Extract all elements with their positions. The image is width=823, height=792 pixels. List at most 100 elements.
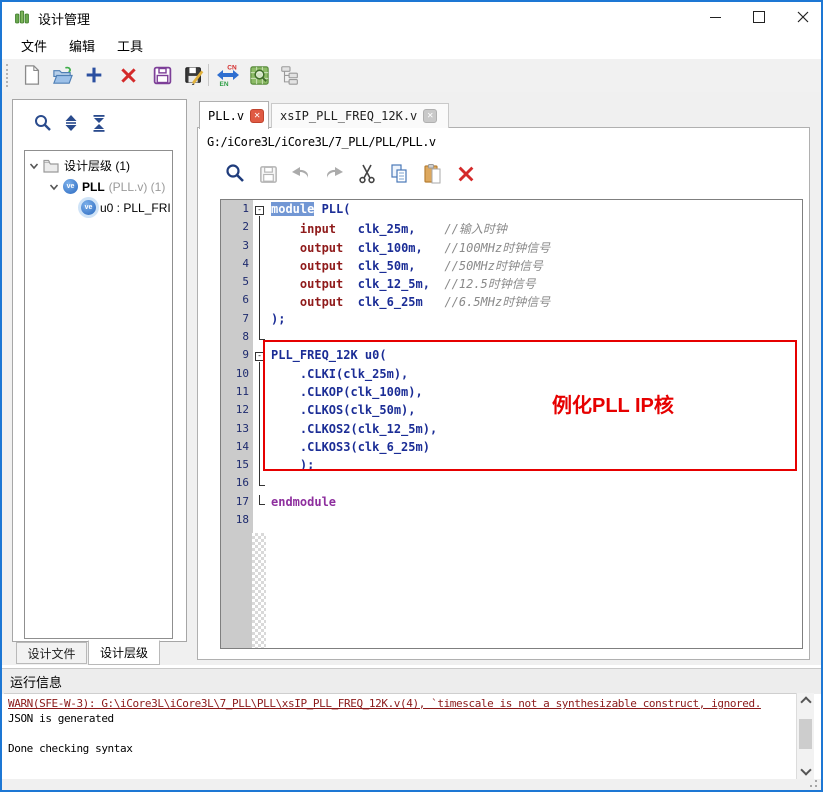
editor-save-button[interactable] — [255, 161, 281, 187]
code-text: ); — [267, 312, 285, 330]
editor-paste-button[interactable] — [420, 161, 446, 187]
minimize-icon — [710, 17, 721, 18]
tree-row-root[interactable]: 设计层级 (1) — [25, 155, 172, 176]
fold-margin — [253, 275, 267, 293]
code-line[interactable]: 7); — [221, 312, 802, 330]
scrollbar-thumb[interactable] — [799, 719, 812, 749]
delete-button[interactable] — [115, 62, 141, 88]
file-path: G:/iCore3L/iCore3L/7_PLL/PLL/PLL.v — [207, 135, 436, 149]
expand-all-button[interactable] — [60, 112, 82, 134]
code-text: output clk_12_5m, //12.5时钟信号 — [267, 275, 536, 293]
code-line[interactable]: 3 output clk_100m, //100MHz时钟信号 — [221, 239, 802, 257]
line-number: 15 — [221, 458, 253, 476]
editor-cut-button[interactable] — [354, 161, 380, 187]
scroll-up-button[interactable] — [797, 693, 814, 708]
folder-icon — [43, 159, 59, 173]
save-button[interactable] — [149, 62, 175, 88]
sidebar-tab-design-hierarchy[interactable]: 设计层级 — [88, 640, 160, 665]
line-number: 11 — [221, 385, 253, 403]
fold-margin-pattern — [252, 533, 266, 648]
console-title: 运行信息 — [10, 672, 62, 691]
editor-copy-button[interactable] — [387, 161, 413, 187]
translate-button[interactable]: CN EN — [215, 62, 241, 88]
cut-scissors-icon — [356, 163, 378, 185]
fold-margin — [253, 495, 267, 513]
code-line[interactable]: 17endmodule — [221, 495, 802, 513]
fold-minus-icon[interactable]: - — [255, 206, 264, 215]
add-button[interactable] — [81, 62, 107, 88]
tree-row-instance[interactable]: ve u0 : PLL_FRI — [25, 197, 172, 218]
line-number: 9 — [221, 348, 253, 366]
app-icon — [14, 9, 30, 25]
svg-text:CN: CN — [227, 65, 237, 72]
tree-search-button[interactable] — [32, 112, 54, 134]
editor-tab-pll[interactable]: PLL.v ✕ — [199, 101, 269, 129]
chevron-down-icon[interactable] — [28, 160, 40, 172]
expand-all-icon — [61, 113, 81, 133]
app-window: 设计管理 文件 编辑 工具 — [0, 0, 823, 792]
ip-search-button[interactable] — [246, 62, 272, 88]
status-bar — [2, 779, 821, 792]
toolbar-grip — [6, 64, 11, 87]
editor-delete-button[interactable] — [453, 161, 479, 187]
console-header: 运行信息 — [2, 668, 821, 694]
svg-text:EN: EN — [219, 81, 228, 87]
menu-file[interactable]: 文件 — [12, 33, 56, 58]
hierarchy-button[interactable] — [277, 62, 303, 88]
code-line[interactable]: 18 — [221, 513, 802, 531]
code-line[interactable]: 1-module PLL( — [221, 202, 802, 220]
fold-toggle[interactable]: - — [253, 202, 267, 220]
line-number: 17 — [221, 495, 253, 513]
fold-margin — [253, 257, 267, 275]
annotation-label: 例化PLL IP核 — [552, 389, 674, 418]
close-button[interactable] — [787, 6, 819, 28]
code-line[interactable]: 2 input clk_25m, //输入时钟 — [221, 220, 802, 238]
menu-tools[interactable]: 工具 — [108, 33, 152, 58]
add-icon — [83, 64, 105, 86]
code-line[interactable]: 4 output clk_50m, //50MHz时钟信号 — [221, 257, 802, 275]
tab-close-button[interactable]: ✕ — [250, 109, 264, 123]
editor-redo-button[interactable] — [321, 161, 347, 187]
sidebar-tab-design-files[interactable]: 设计文件 — [16, 642, 87, 664]
line-number: 1 — [221, 202, 253, 220]
editor-tab-xsip[interactable]: xsIP_PLL_FREQ_12K.v ✕ — [271, 103, 449, 128]
code-line[interactable]: 5 output clk_12_5m, //12.5时钟信号 — [221, 275, 802, 293]
title-bar: 设计管理 — [2, 2, 821, 32]
fold-margin — [253, 293, 267, 311]
collapse-all-icon — [89, 113, 109, 133]
chevron-up-icon — [800, 696, 811, 707]
open-folder-button[interactable] — [49, 62, 75, 88]
console-output[interactable]: WARN(SFE-W-3): G:\iCore3L\iCore3L\7_PLL\… — [4, 693, 796, 779]
tab-close-button[interactable]: ✕ — [423, 109, 437, 123]
tree-instance-label: u0 : PLL_FRI — [100, 201, 171, 215]
open-folder-icon — [51, 64, 74, 87]
code-text — [267, 476, 271, 494]
save-edit-button[interactable] — [181, 62, 207, 88]
code-line[interactable]: 16 — [221, 476, 802, 494]
save-icon — [152, 65, 173, 86]
line-number: 6 — [221, 293, 253, 311]
maximize-button[interactable] — [743, 6, 775, 28]
menu-edit[interactable]: 编辑 — [60, 33, 104, 58]
save-disabled-icon — [258, 164, 279, 185]
tree-module-suffix: (PLL.v) (1) — [109, 180, 166, 194]
menu-bar: 文件 编辑 工具 — [2, 32, 821, 59]
console-scrollbar[interactable] — [796, 693, 814, 779]
code-text — [267, 513, 271, 531]
code-line[interactable]: 6 output clk_6_25m //6.5MHz时钟信号 — [221, 293, 802, 311]
console-line: JSON is generated — [8, 711, 796, 726]
new-file-button[interactable] — [19, 62, 45, 88]
delete-icon — [118, 65, 139, 86]
editor-find-button[interactable] — [222, 161, 248, 187]
collapse-all-button[interactable] — [88, 112, 110, 134]
chevron-down-icon[interactable] — [48, 181, 60, 193]
save-edit-icon — [183, 64, 205, 86]
minimize-button[interactable] — [699, 6, 731, 28]
tree-row-module[interactable]: ve PLL (PLL.v) (1) — [25, 176, 172, 197]
fold-margin — [253, 312, 267, 330]
code-text: input clk_25m, //输入时钟 — [267, 220, 507, 238]
verilog-file-icon: ve — [81, 200, 96, 215]
editor-undo-button[interactable] — [288, 161, 314, 187]
resize-grip[interactable] — [805, 775, 817, 787]
toolbar-separator — [208, 64, 209, 86]
